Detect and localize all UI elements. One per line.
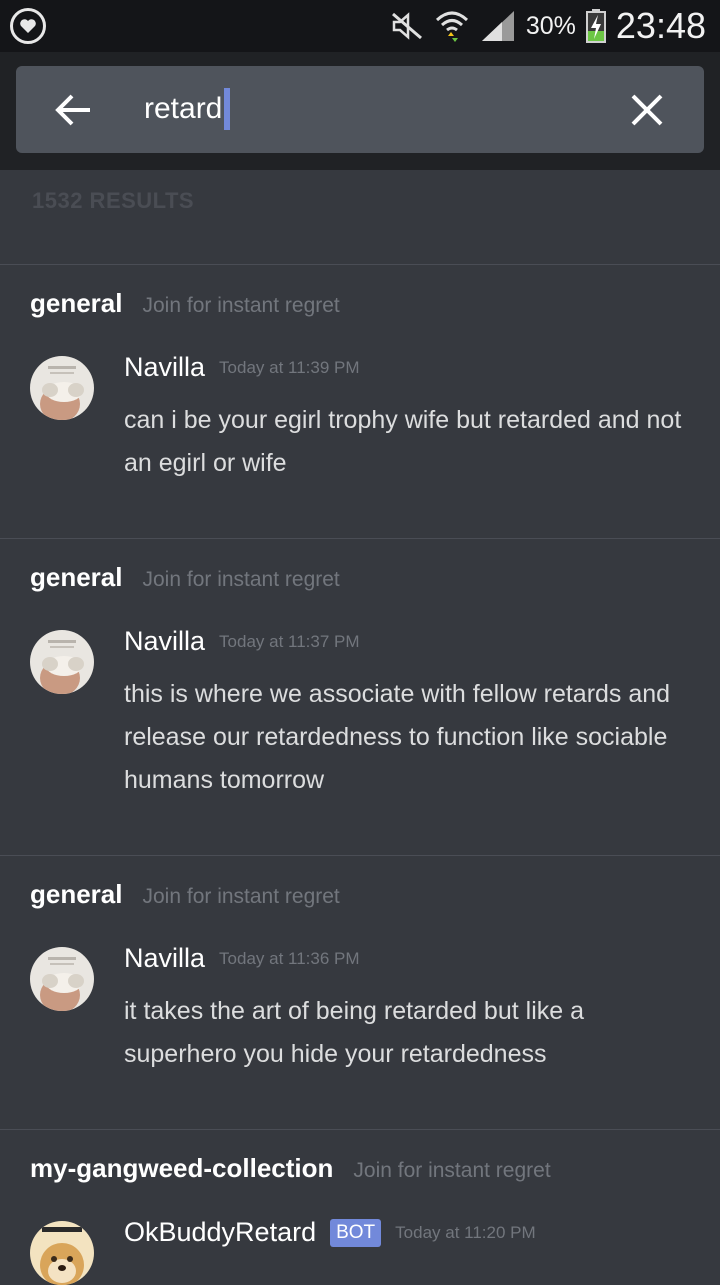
wifi-icon <box>435 11 468 42</box>
message-timestamp: Today at 11:20 PM <box>395 1222 536 1242</box>
channel-topic: Join for instant regret <box>142 885 340 908</box>
divider <box>0 264 720 265</box>
divider <box>0 1129 720 1130</box>
author-name[interactable]: Navilla <box>124 626 205 657</box>
channel-topic: Join for instant regret <box>353 1159 551 1182</box>
avatar[interactable] <box>30 630 94 694</box>
search-input[interactable]: retard <box>144 88 231 130</box>
author-name[interactable]: OkBuddyRetard <box>124 1217 316 1248</box>
message-content: it takes the art of being retarded but l… <box>124 997 584 1068</box>
message-timestamp: Today at 11:39 PM <box>219 357 360 377</box>
search-bar: retard <box>16 66 704 153</box>
channel-name[interactable]: general <box>30 562 123 593</box>
close-icon[interactable] <box>630 93 664 127</box>
avatar[interactable] <box>30 947 94 1011</box>
author-name[interactable]: Navilla <box>124 352 205 383</box>
battery-charging-icon <box>585 9 606 43</box>
status-bar: 30% 23:48 <box>0 0 720 52</box>
divider <box>0 855 720 856</box>
message-content: this is where we associate with fellow r… <box>124 680 671 794</box>
message-timestamp: Today at 11:37 PM <box>219 631 360 651</box>
message-timestamp: Today at 11:36 PM <box>219 948 360 968</box>
results-count: 1532 RESULTS <box>32 188 195 213</box>
channel-topic: Join for instant regret <box>142 294 340 317</box>
author-name[interactable]: Navilla <box>124 943 205 974</box>
channel-name[interactable]: general <box>30 288 123 319</box>
search-input-value: retard <box>144 92 223 125</box>
avatar[interactable] <box>30 356 94 420</box>
clock: 23:48 <box>615 5 706 46</box>
arrow-left-icon[interactable] <box>54 90 94 130</box>
search-header: retard <box>0 52 720 170</box>
avatar[interactable] <box>30 1221 94 1285</box>
divider <box>0 538 720 539</box>
bot-badge: BOT <box>330 1218 382 1247</box>
channel-name[interactable]: my-gangweed-collection <box>30 1153 333 1184</box>
text-caret <box>224 88 231 130</box>
channel-name[interactable]: general <box>30 879 123 910</box>
channel-topic: Join for instant regret <box>142 568 340 591</box>
battery-percent: 30% <box>525 11 576 40</box>
signal-icon <box>481 11 514 41</box>
mute-icon <box>391 12 422 40</box>
message-content: can i be your egirl trophy wife but reta… <box>124 406 682 477</box>
discord-icon <box>10 8 46 44</box>
